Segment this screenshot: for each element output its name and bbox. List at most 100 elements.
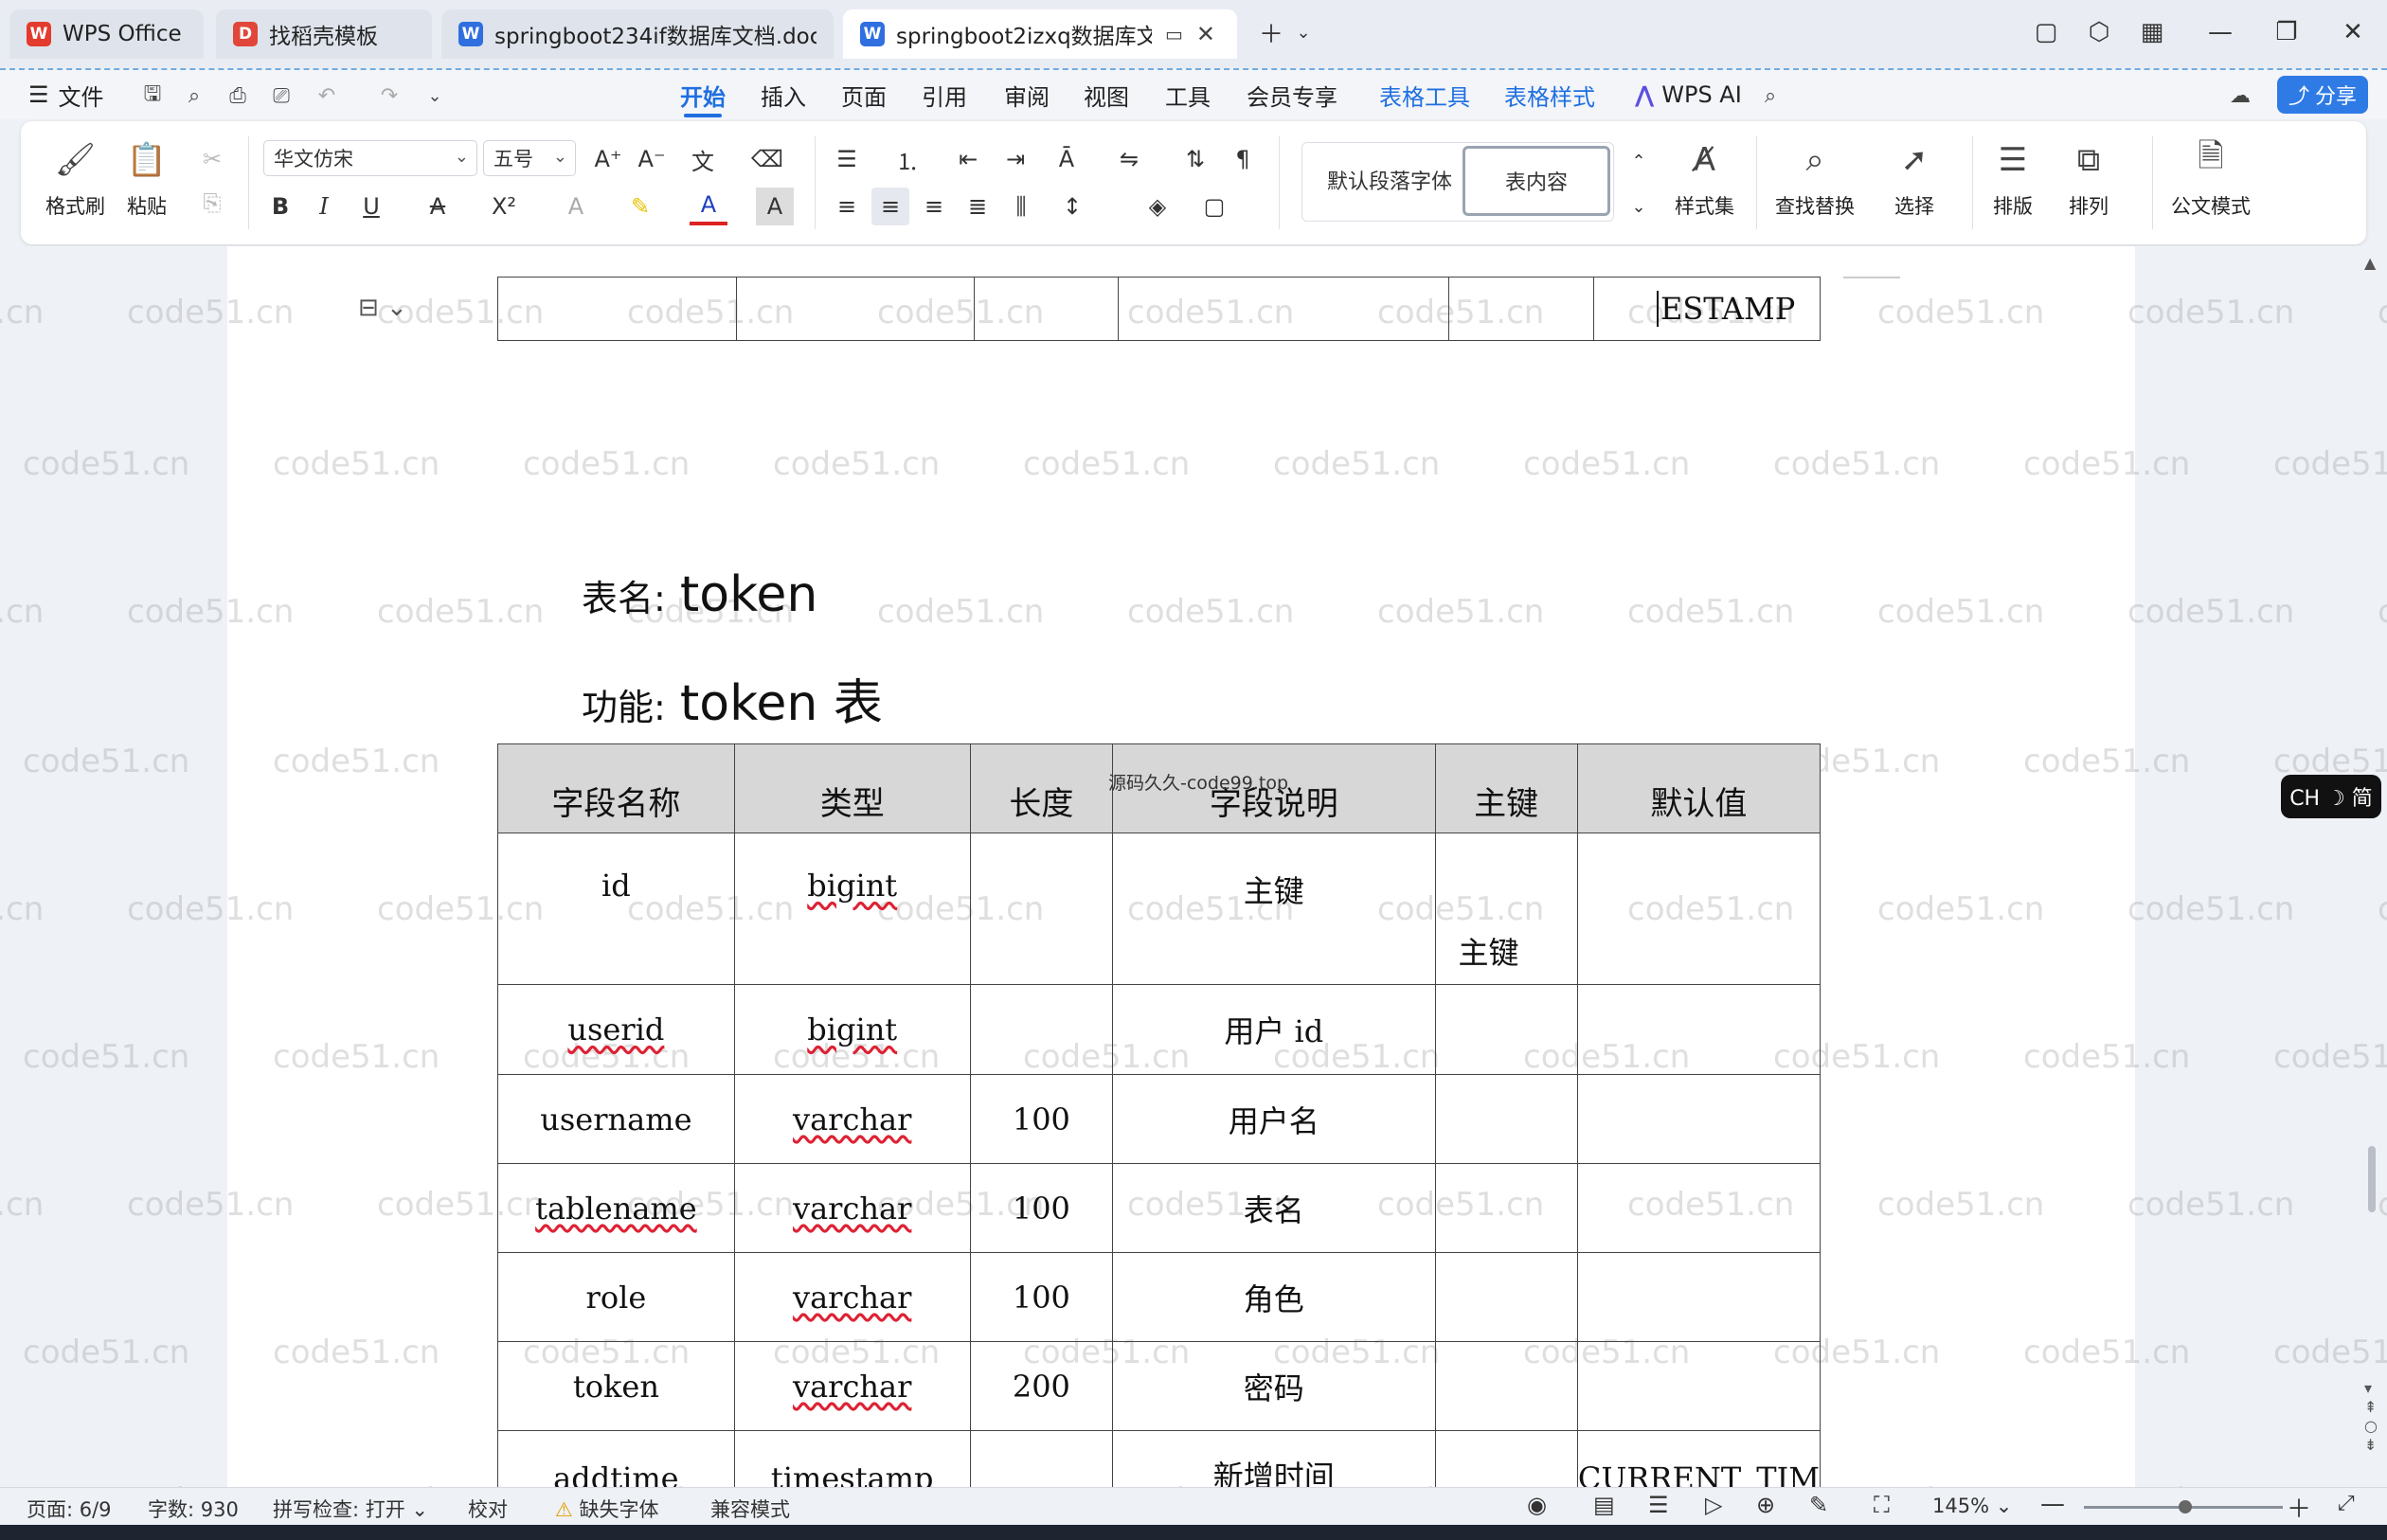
style-set-button[interactable]: A̸ 样式集 xyxy=(1675,138,1734,220)
table-cell-name[interactable]: role xyxy=(497,1252,735,1342)
paste-button[interactable]: 📋 粘贴 xyxy=(125,138,169,220)
table-cell[interactable] xyxy=(1118,277,1450,341)
table-cell-length[interactable]: 200 xyxy=(969,1341,1114,1431)
table-cell-desc[interactable]: 新增时间 xyxy=(1112,1430,1436,1487)
table-cell-desc[interactable]: 表名 xyxy=(1112,1163,1436,1253)
format-painter-button[interactable]: 🖌 格式刷 xyxy=(45,138,105,220)
doc-mode-button[interactable]: 🗎 公文模式 xyxy=(2171,137,2251,220)
phonetic-icon[interactable]: 文 xyxy=(684,140,722,178)
pen-icon[interactable]: ✎ xyxy=(1809,1492,1828,1518)
typeset-button[interactable]: ☰ 排版 xyxy=(1991,138,2035,220)
align-center-icon[interactable]: ≡ xyxy=(871,188,909,225)
superscript-icon[interactable]: X² xyxy=(485,188,523,225)
table-cell-pk[interactable]: 主键 xyxy=(1434,833,1578,985)
previous-table[interactable]: ESTAMP xyxy=(497,277,1822,341)
table-cell-pk[interactable] xyxy=(1434,1430,1578,1487)
text-direction-icon[interactable]: ⇋ xyxy=(1110,140,1148,178)
close-tab-icon[interactable]: ✕ xyxy=(1196,21,1215,47)
table-cell-default[interactable] xyxy=(1576,984,1822,1075)
tab-member[interactable]: 会员专享 xyxy=(1247,76,1337,114)
table-cell[interactable]: ESTAMP xyxy=(1592,277,1822,341)
table-cell-pk[interactable] xyxy=(1434,1163,1578,1253)
table-cell-default[interactable] xyxy=(1576,833,1822,985)
tab-insert[interactable]: 插入 xyxy=(761,76,806,114)
redo-icon[interactable]: ↷ xyxy=(375,81,404,110)
table-cell-type[interactable]: bigint xyxy=(733,984,971,1075)
bold-icon[interactable]: B xyxy=(261,188,299,225)
find-replace-button[interactable]: ⌕ 查找替换 xyxy=(1775,138,1855,220)
chevron-down-icon[interactable]: ⌄ xyxy=(1284,13,1322,51)
restore-icon[interactable]: ❐ xyxy=(2268,13,2306,51)
table-cell[interactable] xyxy=(973,277,1120,341)
show-marks-icon[interactable]: ¶ xyxy=(1224,140,1262,178)
clear-format-icon[interactable]: ⌫ xyxy=(748,140,786,178)
tab-review[interactable]: 审阅 xyxy=(1004,76,1050,114)
underline-icon[interactable]: U xyxy=(352,188,390,225)
font-name-select[interactable]: 华文仿宋 ⌄ xyxy=(263,140,477,176)
play-icon[interactable]: ▷ xyxy=(1705,1492,1722,1518)
tab-references[interactable]: 引用 xyxy=(922,76,967,114)
table-cell-length[interactable]: 100 xyxy=(969,1163,1114,1253)
zoom-out-icon[interactable]: — xyxy=(2040,1490,2065,1518)
table-header-cell[interactable]: 长度 xyxy=(969,743,1114,833)
table-cell-name[interactable]: username xyxy=(497,1074,735,1164)
table-cell-desc[interactable]: 角色 xyxy=(1112,1252,1436,1342)
tab-tools[interactable]: 工具 xyxy=(1165,76,1211,114)
table-header-cell[interactable]: 主键 xyxy=(1434,743,1578,833)
char-spacing-icon[interactable]: Ā xyxy=(1048,140,1086,178)
tab-home[interactable]: 开始 xyxy=(680,76,726,117)
table-cell[interactable] xyxy=(1448,277,1594,341)
wps-ai-button[interactable]: ⋀ WPS AI xyxy=(1635,76,1742,114)
table-cell-pk[interactable] xyxy=(1434,1341,1578,1431)
table-cell[interactable] xyxy=(497,277,737,341)
token-table[interactable]: 字段名称 类型 长度 字段说明 主键 默认值 id bigint 主键 主键 userid bigin… xyxy=(497,743,1822,1487)
line-spacing-icon[interactable]: ↕ xyxy=(1053,188,1091,225)
web-view-icon[interactable]: ⊕ xyxy=(1756,1492,1775,1518)
table-cell-desc[interactable]: 主键 xyxy=(1112,833,1436,985)
page-nav-icons[interactable]: ▾ ⇞ ○ ⇟ xyxy=(2364,1379,2378,1455)
char-shading-icon[interactable]: A xyxy=(756,188,794,225)
sort-icon[interactable]: ⇅ xyxy=(1176,140,1214,178)
table-cell-type[interactable]: varchar xyxy=(733,1341,971,1431)
minimize-icon[interactable]: — xyxy=(2201,13,2239,51)
distributed-icon[interactable]: ⫼ xyxy=(1002,188,1040,225)
share-button[interactable]: ⤴ 分享 xyxy=(2277,76,2368,114)
table-cell-default[interactable] xyxy=(1576,1163,1822,1253)
tab-document-1[interactable]: W springboot234if数据库文档.doc xyxy=(441,9,834,59)
table-cell-type[interactable]: varchar xyxy=(733,1074,971,1164)
page-view-icon[interactable]: ▤ xyxy=(1593,1492,1615,1518)
table-cell-length[interactable] xyxy=(969,984,1114,1075)
table-cell-name[interactable]: token xyxy=(497,1341,735,1431)
file-menu-button[interactable]: ☰ 文件 xyxy=(28,76,104,114)
table-cell-length[interactable] xyxy=(969,833,1114,985)
copy-icon[interactable]: ⎘ xyxy=(193,184,231,222)
table-cell-length[interactable]: 100 xyxy=(969,1252,1114,1342)
table-cell-pk[interactable] xyxy=(1434,1252,1578,1342)
cloud-upload-icon[interactable]: ☁ xyxy=(2226,81,2254,110)
table-cell-desc[interactable]: 密码 xyxy=(1112,1341,1436,1431)
increase-indent-icon[interactable]: ⇥ xyxy=(996,140,1034,178)
style-table-content[interactable]: 表内容 xyxy=(1463,146,1610,216)
cube-icon[interactable]: ⬡ xyxy=(2080,13,2118,51)
grow-font-icon[interactable]: A⁺ xyxy=(589,140,627,178)
table-cell-desc[interactable]: 用户 id xyxy=(1112,984,1436,1075)
spell-check-status[interactable]: 拼写检查: 打开 ⌄ xyxy=(273,1495,428,1523)
arrange-button[interactable]: ⧉ 排列 xyxy=(2067,138,2110,220)
justify-icon[interactable]: ≣ xyxy=(959,188,996,225)
table-cell-pk[interactable] xyxy=(1434,1074,1578,1164)
cut-icon[interactable]: ✂ xyxy=(193,140,231,178)
zoom-slider-handle[interactable] xyxy=(2179,1500,2192,1513)
chevron-up-icon[interactable]: ⌃ xyxy=(1620,142,1658,180)
style-default-paragraph[interactable]: 默认段落字体 xyxy=(1309,144,1470,216)
table-cell-pk[interactable] xyxy=(1434,984,1578,1075)
table-cell-length[interactable]: 100 xyxy=(969,1074,1114,1164)
zoom-in-icon[interactable]: ＋ xyxy=(2287,1490,2311,1525)
table-cell-name[interactable]: addtime xyxy=(497,1430,735,1487)
close-window-icon[interactable]: ✕ xyxy=(2334,13,2372,51)
ime-indicator[interactable]: CH ☽ 简 xyxy=(2281,775,2381,818)
align-left-icon[interactable]: ≡ xyxy=(828,188,866,225)
document-area[interactable]: code51.cn code51.cn code51.cn code51.cn code… xyxy=(0,246,2387,1487)
word-count[interactable]: 字数: 930 xyxy=(148,1495,239,1523)
align-right-icon[interactable]: ≡ xyxy=(915,188,953,225)
shrink-font-icon[interactable]: A⁻ xyxy=(633,140,671,178)
